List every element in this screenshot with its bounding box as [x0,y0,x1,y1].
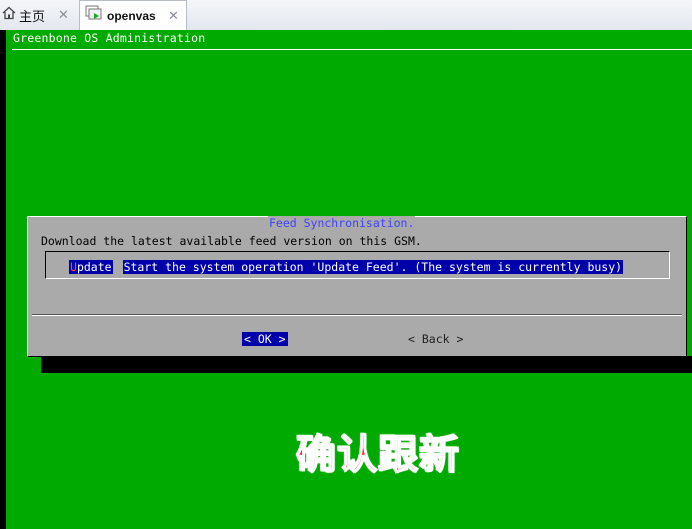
ok-button[interactable]: < OK > [242,332,288,346]
dialog-separator [32,314,682,316]
menu-item-description: Start the system operation 'Update Feed'… [122,260,624,274]
menu-item-tag-rest: pdate [76,260,112,274]
console-screen[interactable]: Greenbone OS Administration Feed Synchro… [0,30,692,529]
dialog-description: Download the latest available feed versi… [41,234,422,248]
dialog-shadow [41,356,692,373]
back-button[interactable]: < Back > [406,332,465,346]
tab-openvas-label: openvas [107,8,156,23]
menu-item-gap [113,260,123,274]
tab-home-label: 主页 [19,8,46,24]
tab-home[interactable]: 主页 ✕ [0,0,78,30]
console-left-edge [0,30,6,529]
feed-sync-dialog: Feed Synchronisation. Download the lates… [27,216,687,357]
menu-item-hotkey: U [70,260,77,274]
menu-item-tag: Update [69,260,113,274]
overlay-caption: 确认跟新 [295,431,460,479]
close-icon[interactable]: ✕ [168,8,179,24]
home-icon [2,6,16,25]
close-icon[interactable]: ✕ [58,7,69,23]
dialog-title: Feed Synchronisation. [268,216,416,230]
tab-openvas[interactable]: openvas ✕ [79,0,187,30]
vm-icon [85,5,103,26]
vm-tab-bar: 主页 ✕ openvas ✕ [0,0,692,31]
console-header-title: Greenbone OS Administration [13,31,206,45]
menu-item-update[interactable]: Update Start the system operation 'Updat… [69,260,624,274]
header-divider [12,49,692,50]
menu-list: Update Start the system operation 'Updat… [45,251,670,279]
